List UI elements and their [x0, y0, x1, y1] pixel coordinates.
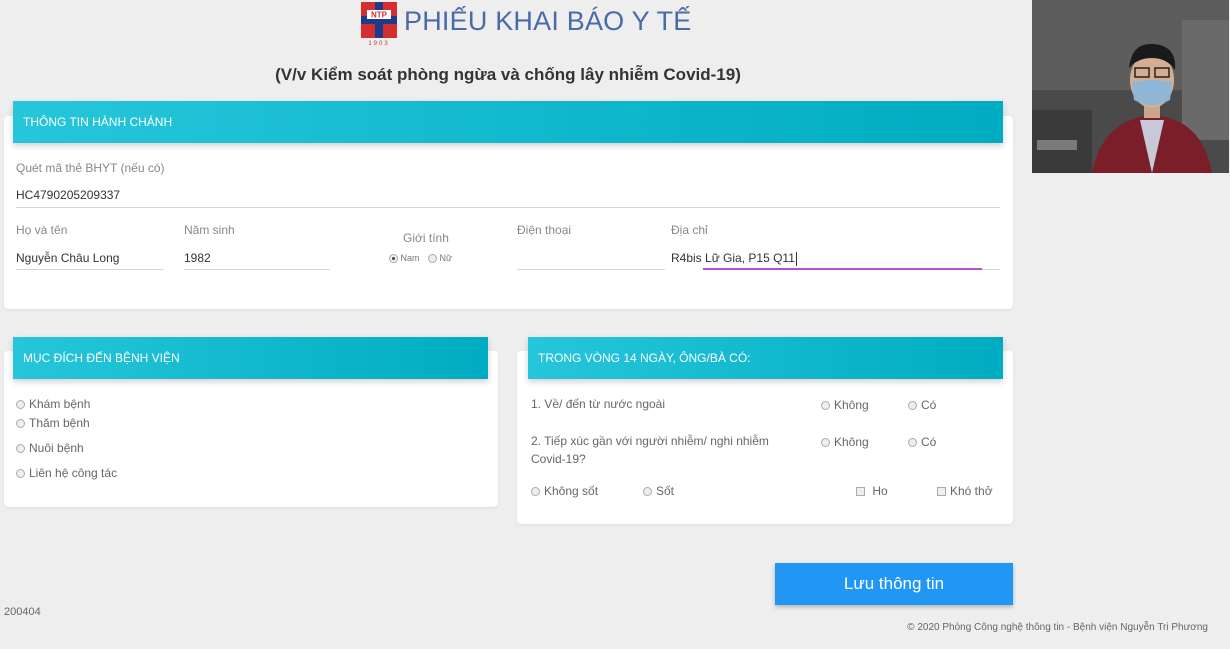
q2-text-line1: 2. Tiếp xúc gần với người nhiễm/ nghi nh…	[531, 434, 769, 448]
hospital-logo: NTP 1903	[361, 2, 397, 47]
purpose-option-label: Thăm bệnh	[29, 416, 90, 430]
webcam-preview	[1032, 0, 1229, 173]
address-input[interactable]: R4bis Lữ Gia, P15 Q11	[671, 251, 797, 266]
cough-checkbox[interactable]	[856, 487, 865, 497]
breath-option[interactable]: Khó thở	[937, 484, 993, 498]
q1-no-option[interactable]: Không	[821, 398, 869, 412]
q2-no-option[interactable]: Không	[821, 435, 869, 449]
purpose-option-label: Khám bệnh	[29, 397, 91, 411]
purpose-radio[interactable]	[16, 419, 25, 429]
q2-no-radio[interactable]	[821, 438, 830, 448]
phone-label: Điện thoại	[517, 223, 572, 237]
exposure-section-header: TRONG VÒNG 14 NGÀY, ÔNG/BÀ CÓ:	[528, 337, 1003, 379]
footer-code: 200404	[4, 606, 41, 618]
gender-female-radio[interactable]	[428, 254, 437, 264]
gender-male-text: Nam	[400, 253, 420, 263]
page-subtitle: (V/v Kiểm soát phòng ngừa và chống lây n…	[275, 65, 741, 84]
fever-yes-radio[interactable]	[643, 487, 652, 497]
footer-copyright: © 2020 Phòng Công nghệ thông tin - Bệnh …	[907, 622, 1208, 633]
page-title: PHIẾU KHAI BÁO Y TẾ	[404, 6, 692, 36]
purpose-option-lien-he[interactable]: Liên hệ công tác	[16, 466, 117, 480]
purpose-section-header: MỤC ĐÍCH ĐẾN BỆNH VIỆN	[13, 337, 488, 379]
bhyt-label: Quét mã thẻ BHYT (nếu có)	[16, 161, 165, 175]
q2-yes-option[interactable]: Có	[908, 435, 936, 449]
q2-yes-label: Có	[921, 435, 937, 449]
name-input[interactable]: Nguyễn Châu Long	[16, 251, 162, 265]
phone-input[interactable]	[517, 251, 663, 265]
q1-no-radio[interactable]	[821, 401, 830, 411]
gender-male-option[interactable]: Nam	[389, 253, 420, 264]
q1-yes-option[interactable]: Có	[908, 398, 936, 412]
breath-checkbox[interactable]	[937, 487, 946, 497]
phone-underline	[517, 269, 665, 270]
q1-text: 1. Về/ đến từ nước ngoài	[531, 397, 666, 411]
cough-label: Ho	[872, 484, 888, 498]
gender-label: Giới tính	[403, 231, 449, 245]
gender-female-option[interactable]: Nữ	[428, 253, 453, 264]
fever-no-radio[interactable]	[531, 487, 540, 497]
bhyt-underline	[16, 207, 1000, 208]
q1-no-label: Không	[834, 398, 869, 412]
purpose-radio[interactable]	[16, 444, 25, 454]
address-underline-active	[703, 268, 982, 270]
birth-year-input[interactable]: 1982	[184, 251, 328, 265]
breath-label: Khó thở	[950, 484, 993, 498]
purpose-option-nuoi-benh[interactable]: Nuôi bệnh	[16, 441, 84, 455]
q1-yes-label: Có	[921, 398, 937, 412]
fever-no-option[interactable]: Không sốt	[531, 484, 598, 498]
text-caret	[795, 251, 797, 266]
admin-info-card	[4, 116, 1013, 309]
fever-yes-label: Sốt	[656, 484, 675, 498]
purpose-radio[interactable]	[16, 469, 25, 479]
name-underline	[16, 269, 164, 270]
purpose-option-tham-benh[interactable]: Thăm bệnh	[16, 416, 90, 430]
q2-text-line2: Covid-19?	[531, 452, 586, 466]
svg-text:NTP: NTP	[371, 11, 388, 20]
address-value: R4bis Lữ Gia, P15 Q11	[671, 251, 795, 265]
purpose-option-label: Nuôi bệnh	[29, 441, 84, 455]
q2-yes-radio[interactable]	[908, 438, 917, 448]
admin-section-header: THÔNG TIN HÀNH CHÁNH	[13, 101, 1003, 143]
birth-year-underline	[184, 269, 330, 270]
gender-female-text: Nữ	[439, 253, 453, 263]
address-underline	[982, 269, 1000, 270]
birth-year-label: Năm sinh	[184, 223, 235, 237]
cough-option[interactable]: Ho	[856, 484, 888, 498]
purpose-option-label: Liên hệ công tác	[29, 466, 118, 480]
bhyt-input[interactable]: HC4790205209337	[16, 188, 996, 202]
name-label: Họ và tên	[16, 223, 68, 237]
purpose-option-kham-benh[interactable]: Khám bệnh	[16, 397, 90, 411]
fever-no-label: Không sốt	[544, 484, 599, 498]
address-label: Địa chỉ	[671, 223, 708, 237]
fever-yes-option[interactable]: Sốt	[643, 484, 674, 498]
svg-text:1903: 1903	[368, 41, 389, 46]
save-button[interactable]: Lưu thông tin	[775, 563, 1013, 605]
purpose-radio[interactable]	[16, 400, 25, 410]
q1-yes-radio[interactable]	[908, 401, 917, 411]
q2-no-label: Không	[834, 435, 869, 449]
gender-male-radio[interactable]	[389, 254, 398, 264]
